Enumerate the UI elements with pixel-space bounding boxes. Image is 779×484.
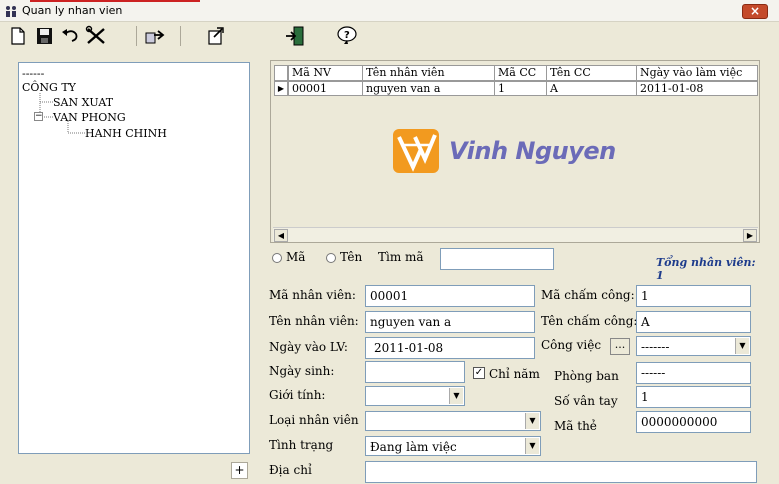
table-cell[interactable]: 2011-01-08 — [636, 81, 758, 96]
logo-wordmark: Vinh Nguyen — [449, 137, 616, 165]
tree-node-hanh-chinh[interactable]: HANH CHINH — [85, 127, 167, 140]
birth-date-label: Ngày sinh: — [269, 364, 335, 378]
chevron-down-icon[interactable]: ▼ — [525, 438, 539, 454]
year-only-checkbox[interactable]: ✓ — [473, 367, 485, 379]
tree-connector-lines — [67, 121, 85, 134]
dept-input[interactable]: ------ — [636, 362, 751, 384]
status-select[interactable]: Đang làm việc ▼ — [365, 436, 541, 456]
title-bar: Quan ly nhan vien × — [0, 0, 779, 22]
job-label: Công việc — [541, 338, 602, 352]
search-by-name-radio[interactable] — [326, 253, 336, 263]
status-label: Tình trạng — [269, 438, 334, 452]
emp-type-label: Loại nhân viên — [269, 413, 359, 427]
year-only-label: Chỉ năm — [489, 367, 540, 381]
tree-node-van-phong[interactable]: VAN PHONG — [53, 111, 126, 124]
status-selected-value: Đang làm việc — [370, 440, 457, 454]
employee-grid: Mã NV Tên nhân viên Mã CC Tên CC Ngày và… — [270, 60, 760, 243]
job-selected-value: ------- — [641, 340, 670, 354]
tree-collapse-toggle[interactable]: − — [34, 112, 43, 121]
app-window: Quan ly nhan vien × ? ------ CÔNG TY SAN… — [0, 0, 779, 484]
add-node-button[interactable]: + — [231, 462, 248, 479]
scroll-left-arrow-icon[interactable]: ◀ — [274, 229, 288, 242]
att-name-input[interactable]: A — [636, 311, 751, 333]
export-icon[interactable] — [144, 25, 168, 47]
find-code-input[interactable] — [440, 248, 554, 270]
emp-name-input[interactable]: nguyen van a — [365, 311, 535, 333]
address-label: Địa chỉ — [269, 463, 312, 477]
search-by-name-label: Tên — [340, 250, 363, 264]
start-date-input[interactable]: 2011-01-08 — [365, 337, 535, 359]
edit-note-icon[interactable] — [204, 25, 228, 47]
horizontal-scrollbar[interactable]: ◀ ▶ — [273, 227, 758, 242]
search-by-code-radio[interactable] — [272, 253, 282, 263]
toolbar: ? — [0, 22, 779, 50]
exit-door-icon[interactable] — [283, 25, 307, 47]
fingerprint-input[interactable]: 1 — [636, 386, 751, 408]
table-cell[interactable]: 1 — [494, 81, 547, 96]
new-file-icon[interactable] — [6, 25, 30, 47]
toolbar-separator — [136, 26, 137, 46]
tools-icon[interactable] — [84, 25, 108, 47]
close-button[interactable]: × — [742, 4, 768, 19]
save-icon[interactable] — [32, 25, 56, 47]
att-code-label: Mã chấm công: — [541, 288, 635, 302]
help-icon[interactable]: ? — [335, 25, 359, 47]
chevron-down-icon[interactable]: ▼ — [735, 338, 749, 354]
birth-date-input[interactable] — [365, 361, 465, 383]
gender-label: Giới tính: — [269, 388, 326, 402]
emp-type-select[interactable]: ▼ — [365, 411, 541, 431]
table-cell[interactable]: nguyen van a — [362, 81, 495, 96]
grid-header-att-code[interactable]: Mã CC — [494, 65, 547, 81]
grid-header-emp-name[interactable]: Tên nhân viên — [362, 65, 495, 81]
gender-select[interactable]: ▼ — [365, 386, 465, 406]
job-select[interactable]: ------- ▼ — [636, 336, 751, 356]
att-code-input[interactable]: 1 — [636, 285, 751, 307]
employee-form: Mã nhân viên: 00001 Tên nhân viên: nguye… — [260, 282, 770, 484]
start-date-label: Ngày vào LV: — [269, 340, 348, 354]
grid-header-att-name[interactable]: Tên CC — [546, 65, 637, 81]
find-code-label: Tìm mã — [378, 250, 424, 264]
app-people-icon — [4, 5, 18, 17]
table-cell[interactable]: A — [546, 81, 637, 96]
toolbar-separator — [180, 26, 181, 46]
att-name-label: Tên chấm công: — [541, 314, 638, 328]
dept-label: Phòng ban — [554, 369, 619, 383]
emp-code-label: Mã nhân viên: — [269, 288, 356, 302]
card-input[interactable]: 0000000000 — [636, 411, 751, 433]
search-row: Mã Tên Tìm mã Tổng nhân viên: 1 — [270, 246, 760, 282]
emp-name-label: Tên nhân viên: — [269, 314, 359, 328]
logo-wordmark-text: Vinh Nguyen — [449, 137, 616, 165]
chevron-down-icon[interactable]: ▼ — [525, 413, 539, 429]
total-employees-label: Tổng nhân viên: 1 — [656, 256, 756, 282]
table-cell[interactable]: 00001 — [288, 81, 363, 96]
svg-text:?: ? — [344, 30, 350, 41]
chevron-down-icon[interactable]: ▼ — [449, 388, 463, 404]
grid-header-emp-code[interactable]: Mã NV — [288, 65, 363, 81]
grid-body: Mã NV Tên nhân viên Mã CC Tên CC Ngày và… — [273, 63, 758, 226]
vinh-nguyen-logo: Vinh Nguyen — [391, 123, 651, 179]
tree-node-san-xuat[interactable]: SAN XUAT — [53, 96, 113, 109]
job-browse-button[interactable]: ... — [610, 338, 630, 355]
row-selector-icon[interactable]: ▶ — [274, 81, 288, 96]
undo-icon[interactable] — [58, 25, 82, 47]
scroll-right-arrow-icon[interactable]: ▶ — [743, 229, 757, 242]
grid-header-start-date[interactable]: Ngày vào làm việc — [636, 65, 758, 81]
fingerprint-label: Số vân tay — [554, 394, 618, 408]
emp-code-input[interactable]: 00001 — [365, 285, 535, 307]
address-input[interactable] — [365, 461, 757, 483]
grid-row-header-corner — [274, 65, 288, 81]
tree-root-placeholder[interactable]: ------ — [22, 67, 44, 80]
search-by-code-label: Mã — [286, 250, 306, 264]
card-label: Mã thẻ — [554, 419, 597, 433]
title-accent-line — [30, 0, 200, 2]
window-title: Quan ly nhan vien — [22, 4, 123, 17]
department-tree[interactable]: ------ CÔNG TY SAN XUAT − VAN PHONG HANH… — [18, 62, 250, 454]
